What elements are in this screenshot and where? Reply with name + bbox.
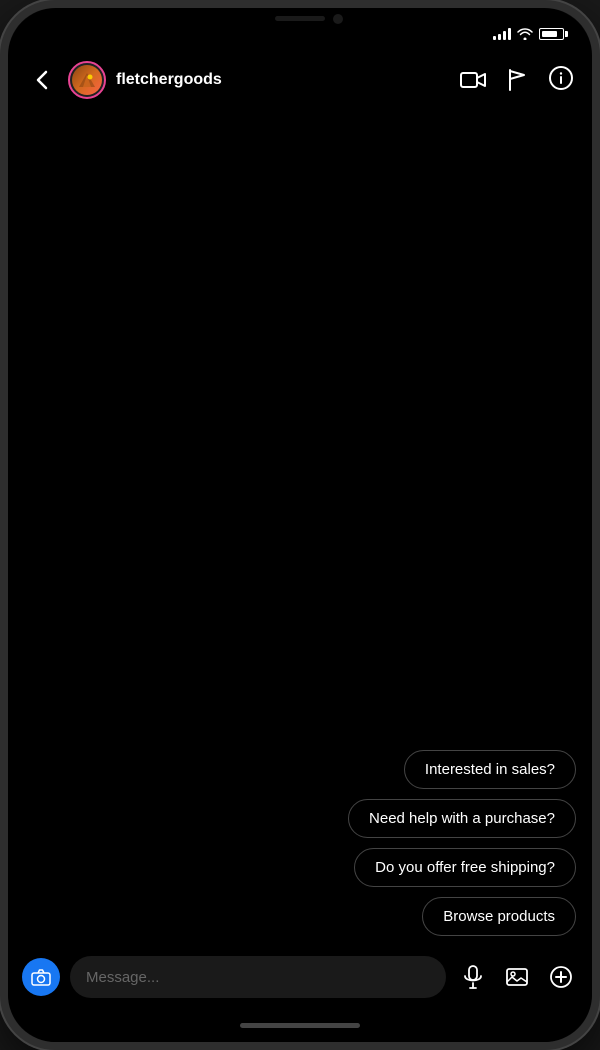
gallery-button[interactable] [500, 960, 534, 994]
more-button[interactable] [544, 960, 578, 994]
home-bar [240, 1023, 360, 1028]
signal-icon [493, 28, 511, 40]
message-input[interactable]: Message... [70, 956, 446, 998]
username-label[interactable]: fletchergoods [116, 71, 450, 89]
home-indicator [8, 1008, 592, 1042]
camera-button[interactable] [22, 958, 60, 996]
quick-reply-1[interactable]: Interested in sales? [404, 750, 576, 789]
screen: fletchergoods [8, 8, 592, 1042]
status-icons [493, 28, 564, 40]
speaker [275, 16, 325, 21]
quick-reply-2[interactable]: Need help with a purchase? [348, 799, 576, 838]
back-button[interactable] [26, 64, 58, 96]
input-bar: Message... [8, 946, 592, 1008]
mic-button[interactable] [456, 960, 490, 994]
phone-frame: fletchergoods [0, 0, 600, 1050]
message-placeholder: Message... [86, 969, 159, 986]
battery-icon [539, 28, 564, 40]
notch [235, 8, 365, 38]
quick-reply-3[interactable]: Do you offer free shipping? [354, 848, 576, 887]
video-call-button[interactable] [460, 67, 486, 93]
info-button[interactable] [548, 67, 574, 93]
wifi-icon [517, 28, 533, 40]
nav-actions [460, 67, 574, 93]
quick-reply-4[interactable]: Browse products [422, 897, 576, 936]
chat-area: Interested in sales? Need help with a pu… [8, 108, 592, 946]
flag-button[interactable] [504, 67, 530, 93]
front-camera [333, 14, 343, 24]
avatar[interactable] [68, 61, 106, 99]
nav-bar: fletchergoods [8, 52, 592, 108]
